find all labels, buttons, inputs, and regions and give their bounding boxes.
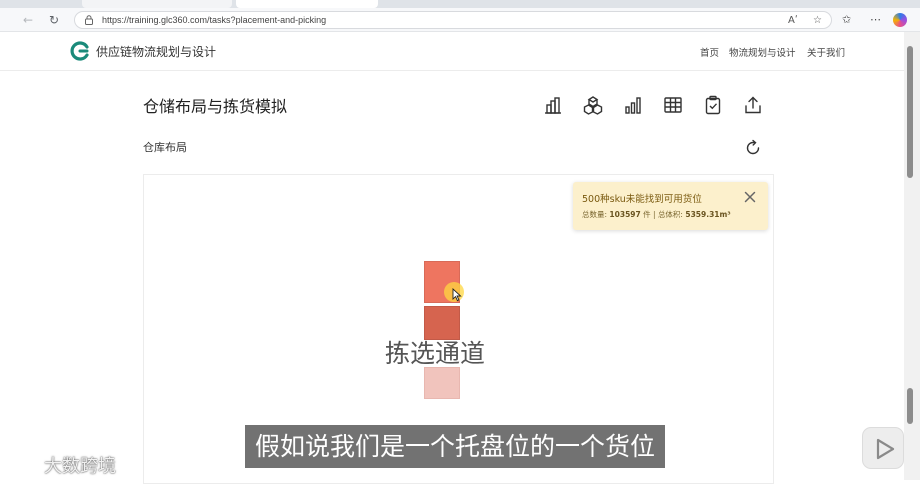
total-volume-label: 总体积:	[657, 210, 683, 219]
total-quantity-label: 总数量:	[582, 210, 608, 219]
boxes-icon[interactable]	[583, 95, 603, 115]
bilibili-logo-icon	[10, 452, 38, 474]
address-bar[interactable]: https://training.glc360.com/tasks?placem…	[74, 11, 832, 29]
page-scrollbar[interactable]	[904, 32, 920, 480]
address-url: https://training.glc360.com/tasks?placem…	[102, 15, 327, 25]
scrollbar-thumb-lower[interactable]	[907, 388, 913, 424]
browser-tab-active[interactable]	[236, 0, 378, 8]
refresh-icon[interactable]	[744, 139, 762, 157]
mouse-cursor-icon	[452, 288, 462, 302]
browser-toolbar: ← ↻ https://training.glc360.com/tasks?pl…	[0, 8, 920, 32]
company-logo-icon[interactable]	[70, 41, 90, 61]
page-title: 仓储布局与拣货模拟	[143, 97, 288, 116]
nav-home[interactable]: 首页	[700, 45, 719, 59]
favorite-star-icon[interactable]: ☆	[813, 14, 822, 27]
reload-icon[interactable]: ↻	[46, 12, 62, 28]
browser-tab-strip	[0, 0, 920, 8]
watermark-text: 大数跨境	[44, 456, 116, 477]
picking-aisle-label: 拣选通道	[385, 339, 486, 368]
nav-about-us[interactable]: 关于我们	[807, 45, 845, 59]
site-header: 供应链物流规划与设计 首页 物流规划与设计 关于我们	[0, 33, 904, 71]
total-volume-value: 5359.31m³	[685, 210, 731, 219]
video-play-button[interactable]	[862, 427, 904, 469]
lock-icon	[85, 15, 93, 25]
bar-chart-icon[interactable]	[623, 95, 643, 115]
reader-mode-icon[interactable]: Aʹ	[788, 14, 798, 27]
total-quantity-unit: 件	[643, 210, 651, 219]
scrollbar-thumb[interactable]	[907, 46, 913, 178]
unplaced-sku-alert: 500种sku未能找到可用货位 总数量: 103597 件 | 总体积: 535…	[573, 182, 768, 230]
close-icon[interactable]	[743, 190, 757, 204]
back-icon[interactable]: ←	[20, 12, 36, 28]
building-icon[interactable]	[543, 95, 563, 115]
site-name[interactable]: 供应链物流规划与设计	[96, 43, 216, 60]
copilot-icon[interactable]	[893, 13, 907, 27]
favorites-icon[interactable]: ✩	[842, 12, 851, 28]
section-title: 仓库布局	[143, 141, 187, 154]
total-quantity-value: 103597	[609, 210, 641, 219]
summary-separator: |	[653, 210, 656, 219]
nav-logistics-design[interactable]: 物流规划与设计	[729, 45, 796, 59]
storage-slot[interactable]	[424, 367, 460, 399]
play-icon	[876, 438, 895, 460]
export-icon[interactable]	[743, 95, 763, 115]
extensions-icon[interactable]: ⋯	[870, 12, 881, 28]
video-subtitle: 假如说我们是一个托盘位的一个货位	[245, 425, 666, 468]
clipboard-check-icon[interactable]	[703, 95, 723, 115]
table-icon[interactable]	[663, 95, 683, 115]
alert-title: 500种sku未能找到可用货位	[582, 194, 702, 205]
browser-tab[interactable]	[82, 0, 232, 8]
alert-summary: 总数量: 103597 件 | 总体积: 5359.31m³	[582, 209, 731, 220]
